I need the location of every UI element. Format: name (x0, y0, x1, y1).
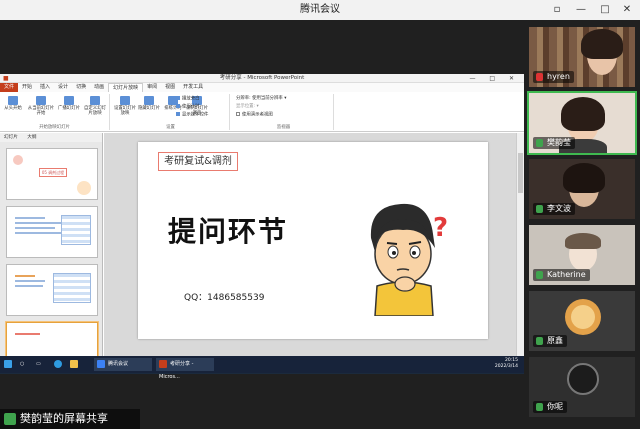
thumbnail-badge: 05 调剂过程 (39, 168, 67, 177)
close-icon[interactable]: ✕ (618, 0, 636, 20)
ppt-title-bar: ■ 考研分享 - Microsoft PowerPoint — □ ✕ (0, 74, 524, 83)
slide-thumbnail[interactable] (6, 206, 98, 258)
mic-icon (536, 205, 543, 213)
tab-outline[interactable]: 大纲 (27, 135, 36, 140)
meeting-title: 腾讯会议 (300, 4, 340, 15)
ribbon: 从头开始 从当前幻灯片开始 广播幻灯片 自定义幻灯片放映 开始放映幻灯片 设置幻… (0, 92, 524, 132)
participant-name: hyren (533, 71, 574, 83)
taskbar-clock[interactable]: 20:15 2022/3/14 (495, 358, 518, 370)
taskbar-item-ppt[interactable]: 考研分享 - Micros... (156, 358, 214, 380)
avatar (567, 363, 599, 395)
slide-tag: 考研复试&调剂 (158, 152, 244, 177)
hide-slide-button[interactable]: 隐藏幻灯片 (138, 96, 160, 111)
ppt-window-title: 考研分享 - Microsoft PowerPoint (219, 75, 305, 81)
participant-name: 樊韵莹 (533, 137, 575, 149)
participant-name: 你呢 (533, 401, 567, 413)
screen-share-banner: 樊韵莹的屏幕共享 (0, 409, 140, 429)
participant-name: Katherine (533, 269, 590, 281)
tab-animations[interactable]: 动画 (90, 83, 108, 92)
setup-show-button[interactable]: 设置幻灯片放映 (114, 96, 136, 116)
share-banner-text: 樊韵莹的屏幕共享 (20, 412, 108, 425)
resolution-dropdown[interactable]: 分辨率: 使用当前分辨率 ▾ (236, 96, 286, 102)
edge-icon[interactable] (54, 358, 65, 371)
explorer-icon[interactable] (70, 358, 81, 371)
mic-icon (536, 337, 543, 345)
ribbon-group-checks: 播放旁白 使用计时 显示媒体控件 (172, 94, 232, 130)
ribbon-tabs: 文件 开始 插入 设计 切换 动画 幻灯片放映 审阅 视图 开发工具 (0, 83, 524, 92)
slideshow-current-icon (36, 96, 46, 105)
tab-home[interactable]: 开始 (18, 83, 36, 92)
thinking-boy-illustration: ? (370, 203, 448, 316)
narration-checkbox[interactable]: 播放旁白 (176, 96, 200, 103)
windows-taskbar: ○ ▭ 腾讯会议 考研分享 - Micros... 20:15 2022/3/14 (0, 356, 524, 380)
participant-tile[interactable]: 你呢 (529, 357, 635, 417)
slide-qq: QQ：1486585539 (184, 293, 265, 303)
tab-developer[interactable]: 开发工具 (179, 83, 207, 92)
windows-start-icon[interactable] (4, 358, 15, 371)
svg-text:?: ? (433, 213, 448, 243)
mic-icon (536, 271, 543, 279)
ribbon-group-label: 开始放映幻灯片 (39, 125, 70, 130)
ppt-logo-icon: ■ (3, 75, 9, 82)
participant-tile[interactable]: Katherine (529, 225, 635, 285)
participant-tile[interactable]: 原鑫 (529, 291, 635, 351)
timings-checkbox[interactable]: 使用计时 (176, 104, 200, 111)
mic-icon (4, 413, 16, 425)
broadcast-button[interactable]: 广播幻灯片 (58, 96, 80, 111)
from-current-button[interactable]: 从当前幻灯片开始 (26, 96, 56, 116)
tab-review[interactable]: 审阅 (143, 83, 161, 92)
broadcast-icon (64, 96, 74, 105)
maximize-icon[interactable]: □ (596, 0, 614, 20)
hide-slide-icon (144, 96, 154, 105)
slide-thumbnail-pane: 幻灯片 大纲 05 调剂过程 (0, 133, 103, 358)
mic-icon (536, 403, 543, 411)
tab-file[interactable]: 文件 (0, 83, 19, 92)
meeting-window: 腾讯会议 ▫ — □ ✕ ■ 考研分享 - Microsoft PowerPoi… (0, 0, 640, 429)
vertical-scrollbar[interactable] (516, 133, 524, 358)
custom-show-icon (90, 96, 100, 105)
ribbon-group-monitors: 分辨率: 使用当前分辨率 ▾ 显示位置: ▾ 使用演示者视图 监视器 (234, 94, 334, 130)
slide-thumbnail[interactable]: 05 调剂过程 (6, 148, 98, 200)
custom-show-button[interactable]: 自定义幻灯片放映 (82, 96, 108, 116)
slide-thumbnail[interactable] (6, 264, 98, 316)
show-on-dropdown[interactable]: 显示位置: ▾ (236, 104, 259, 110)
participant-name: 原鑫 (533, 335, 567, 347)
tab-transitions[interactable]: 切换 (72, 83, 90, 92)
participant-tile-speaking[interactable]: 樊韵莹 (527, 91, 637, 155)
slideshow-icon (8, 96, 18, 105)
minimize-icon[interactable]: — (572, 0, 590, 20)
tab-slideshow[interactable]: 幻灯片放映 (108, 83, 144, 92)
meeting-title-bar: 腾讯会议 ▫ — □ ✕ (0, 0, 640, 20)
pin-icon[interactable]: ▫ (548, 0, 566, 20)
mic-muted-icon (536, 73, 543, 81)
presenter-view-checkbox[interactable]: 使用演示者视图 (236, 112, 273, 119)
media-controls-checkbox[interactable]: 显示媒体控件 (176, 112, 208, 119)
participant-tile[interactable]: 李文波 (529, 159, 635, 219)
thumbnail-tabs: 幻灯片 大纲 (0, 133, 102, 142)
setup-icon (120, 96, 130, 105)
tab-view[interactable]: 视图 (161, 83, 179, 92)
tab-insert[interactable]: 插入 (36, 83, 54, 92)
ribbon-group-label: 监视器 (276, 125, 291, 130)
current-slide: 考研复试&调剂 提问环节 QQ：1486585539 ? (138, 142, 488, 339)
participant-tile[interactable]: hyren (529, 27, 635, 87)
tab-slides[interactable]: 幻灯片 (4, 135, 18, 140)
tab-design[interactable]: 设计 (54, 83, 72, 92)
search-icon[interactable]: ○ (20, 358, 24, 371)
mic-icon (536, 139, 543, 147)
participant-name: 李文波 (533, 203, 575, 215)
taskbar-item-meeting[interactable]: 腾讯会议 (94, 358, 152, 371)
from-beginning-button[interactable]: 从头开始 (2, 96, 24, 111)
taskview-icon[interactable]: ▭ (36, 358, 41, 371)
slide-heading: 提问环节 (168, 215, 289, 248)
slide-thumbnail-current[interactable] (6, 322, 98, 358)
ppt-window-controls[interactable]: — □ ✕ (469, 74, 520, 83)
ribbon-group-start: 从头开始 从当前幻灯片开始 广播幻灯片 自定义幻灯片放映 开始放映幻灯片 (0, 94, 110, 130)
